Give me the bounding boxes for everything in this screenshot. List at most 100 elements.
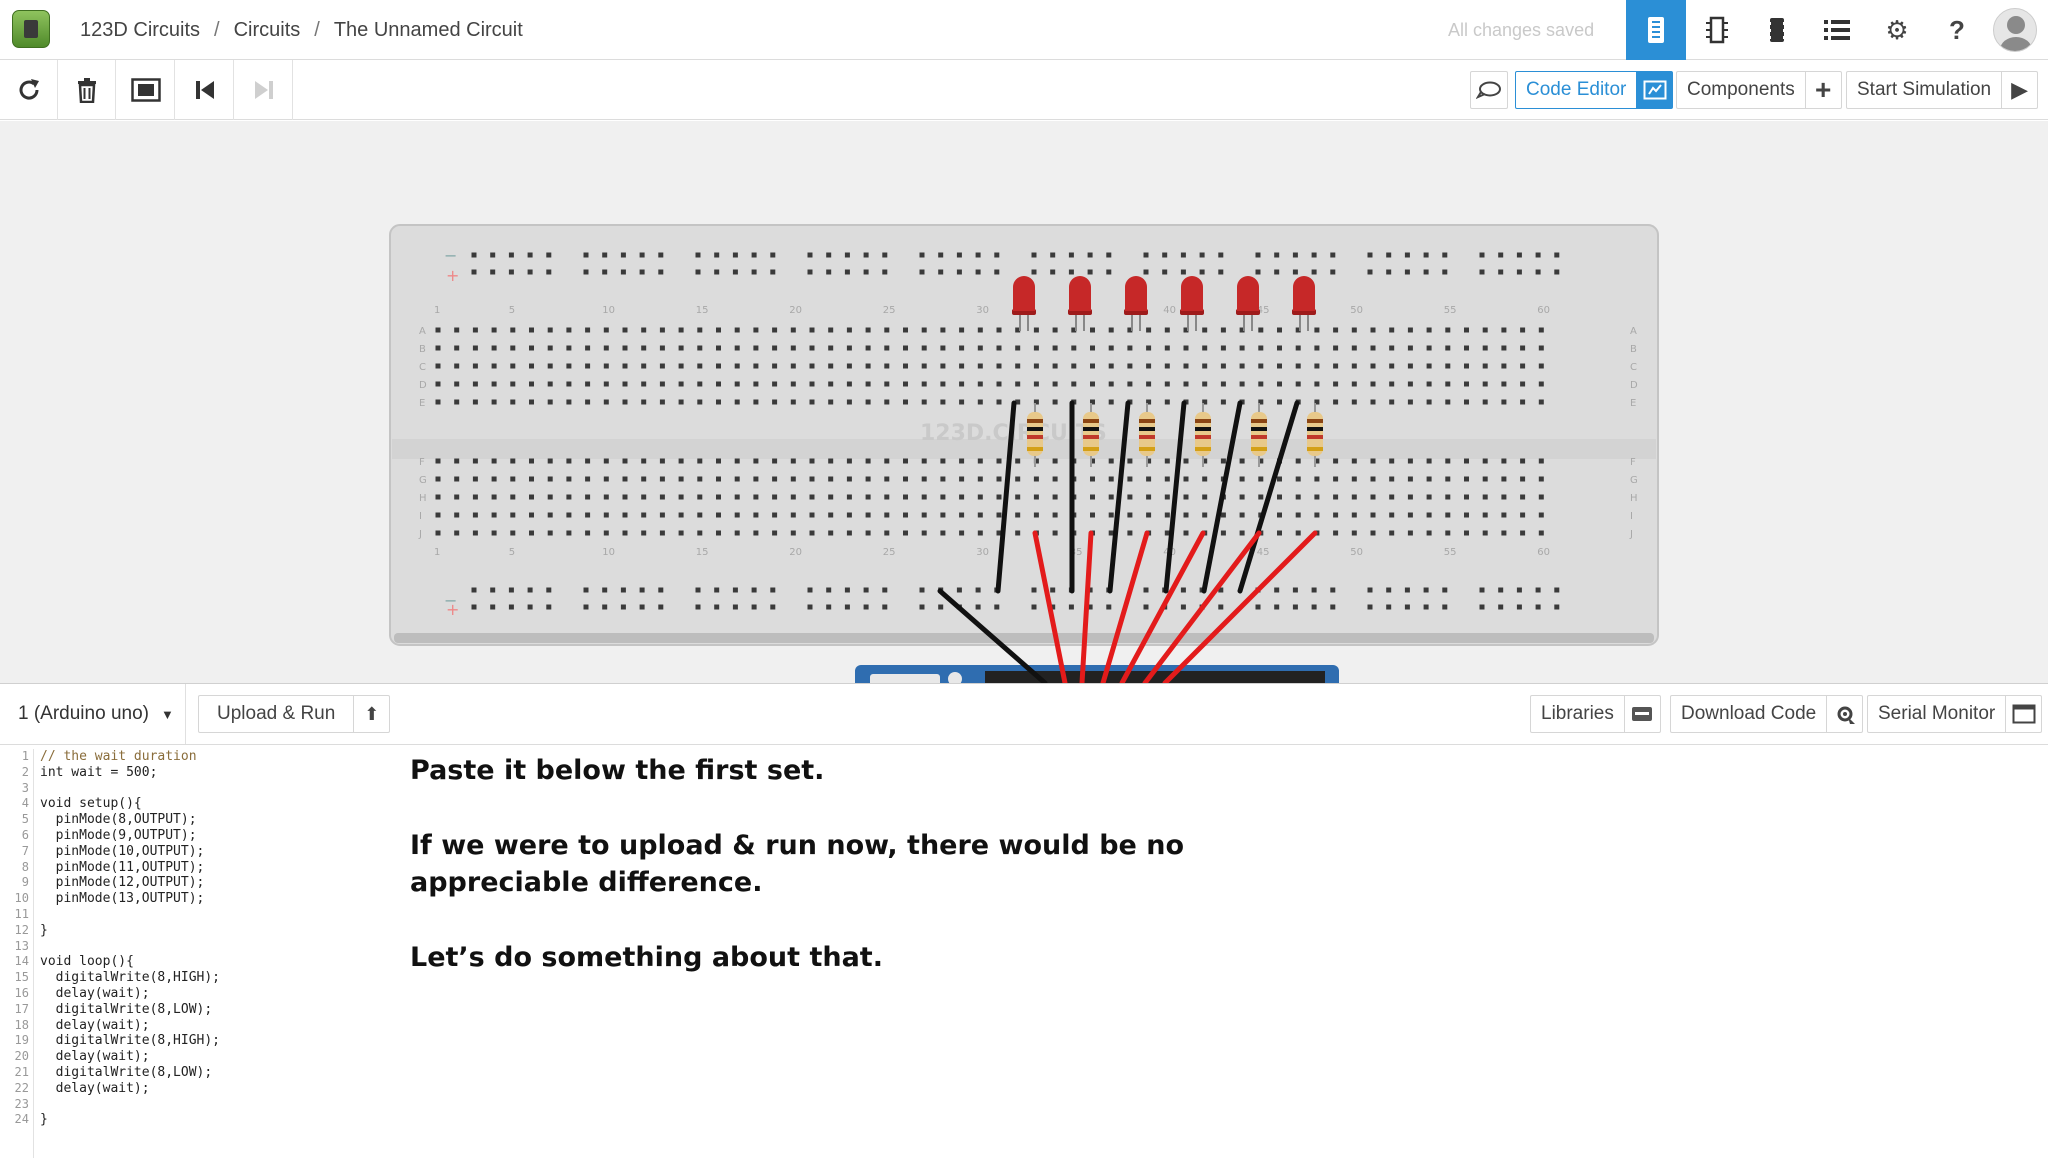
- terminal-hole: [1220, 399, 1226, 405]
- terminal-hole: [491, 363, 497, 369]
- serial-monitor-button[interactable]: Serial Monitor: [1867, 695, 2043, 733]
- download-code-button[interactable]: Download Code: [1670, 695, 1864, 733]
- serial-monitor-icon: [2005, 696, 2041, 732]
- terminal-hole: [903, 458, 908, 464]
- code-line[interactable]: digitalWrite(8,LOW);: [40, 1065, 380, 1081]
- rail-hole: [975, 604, 981, 610]
- code-line[interactable]: pinMode(13,OUTPUT);: [40, 891, 380, 907]
- code-line[interactable]: pinMode(12,OUTPUT);: [40, 875, 380, 891]
- line-number: 17: [14, 1001, 29, 1016]
- components-button[interactable]: Components +: [1676, 71, 1842, 109]
- breadboard-diagram[interactable]: 123D.CIRCUITS − + − + 115510101515202025…: [0, 121, 2048, 683]
- code-line[interactable]: // the wait duration: [40, 749, 380, 765]
- rail-hole: [508, 252, 514, 258]
- schematic-view-icon[interactable]: [1687, 0, 1747, 60]
- terminal-hole: [1183, 494, 1189, 500]
- avatar[interactable]: [1993, 8, 2037, 52]
- column-number: 60: [1537, 547, 1550, 558]
- breadcrumb-circuits[interactable]: Circuits: [234, 19, 301, 41]
- step-forward-icon[interactable]: [235, 60, 293, 120]
- app-logo-icon[interactable]: [12, 10, 50, 48]
- terminal-hole: [1015, 512, 1021, 518]
- code-line[interactable]: delay(wait);: [40, 986, 380, 1002]
- terminal-hole: [491, 327, 497, 333]
- terminal-hole: [959, 345, 965, 351]
- code-line[interactable]: [40, 939, 380, 955]
- rail-hole: [1162, 252, 1168, 258]
- rail-hole: [844, 269, 850, 275]
- code-line[interactable]: int wait = 500;: [40, 765, 380, 781]
- terminal-hole: [1295, 494, 1301, 500]
- terminal-hole: [1033, 494, 1039, 500]
- code-editor-button[interactable]: Code Editor: [1515, 71, 1674, 109]
- terminal-hole: [678, 512, 684, 518]
- terminal-hole: [1239, 494, 1245, 500]
- library-box-icon: [1623, 696, 1660, 732]
- step-back-icon[interactable]: [176, 60, 234, 120]
- terminal-hole: [1202, 476, 1208, 482]
- terminal-hole: [1090, 363, 1095, 369]
- breadboard-view-icon[interactable]: [1626, 0, 1686, 60]
- rail-hole: [695, 269, 701, 275]
- breadcrumb-app[interactable]: 123D Circuits: [80, 19, 200, 41]
- device-select[interactable]: 1 (Arduino uno) ▼: [0, 684, 186, 744]
- code-line[interactable]: digitalWrite(8,HIGH);: [40, 970, 380, 986]
- terminal-hole: [809, 512, 815, 518]
- code-line[interactable]: void setup(){: [40, 796, 380, 812]
- gear-icon[interactable]: ⚙: [1867, 0, 1927, 60]
- row-letter: A: [1630, 326, 1637, 337]
- code-line[interactable]: }: [40, 923, 380, 939]
- column-number: 25: [883, 547, 896, 558]
- rotate-icon[interactable]: [0, 60, 58, 120]
- terminal-hole: [1258, 476, 1264, 482]
- code-text[interactable]: // the wait duration int wait = 500; void …: [40, 749, 380, 1128]
- code-line[interactable]: [40, 907, 380, 923]
- breadcrumb-circuit-name[interactable]: The Unnamed Circuit: [334, 19, 523, 41]
- terminal-hole: [903, 476, 908, 482]
- terminal-hole: [1183, 363, 1189, 369]
- terminal-hole: [1482, 363, 1488, 369]
- terminal-hole: [959, 512, 965, 518]
- code-line[interactable]: }: [40, 1112, 380, 1128]
- comment-icon[interactable]: [1470, 71, 1508, 109]
- code-line[interactable]: delay(wait);: [40, 1081, 380, 1097]
- code-line[interactable]: [40, 781, 380, 797]
- terminal-hole: [1333, 530, 1339, 536]
- editor-toolbar: Code Editor Components + Start Simulatio…: [0, 60, 2048, 120]
- terminal-hole: [940, 494, 946, 500]
- list-view-icon[interactable]: [1807, 0, 1867, 60]
- terminal-hole: [1220, 458, 1226, 464]
- terminal-hole: [1033, 345, 1039, 351]
- pcb-view-icon[interactable]: [1747, 0, 1807, 60]
- code-line[interactable]: pinMode(9,OUTPUT);: [40, 828, 380, 844]
- code-line[interactable]: digitalWrite(8,LOW);: [40, 1002, 380, 1018]
- terminal-hole: [1052, 345, 1058, 351]
- code-line[interactable]: pinMode(8,OUTPUT);: [40, 812, 380, 828]
- code-line[interactable]: pinMode(11,OUTPUT);: [40, 860, 380, 876]
- terminal-hole: [1090, 345, 1095, 351]
- upload-run-button[interactable]: Upload & Run ⬆: [198, 695, 391, 733]
- terminal-hole: [1501, 345, 1507, 351]
- terminal-hole: [1052, 381, 1058, 387]
- code-line[interactable]: void loop(){: [40, 954, 380, 970]
- terminal-hole: [753, 327, 759, 333]
- terminal-hole: [716, 345, 721, 351]
- code-line[interactable]: delay(wait);: [40, 1049, 380, 1065]
- terminal-hole: [865, 327, 871, 333]
- row-letter: I: [1630, 511, 1633, 522]
- line-number: 11: [14, 906, 29, 921]
- libraries-button[interactable]: Libraries: [1530, 695, 1661, 733]
- code-line[interactable]: delay(wait);: [40, 1018, 380, 1034]
- start-simulation-button[interactable]: Start Simulation ▶: [1846, 71, 2039, 109]
- code-line[interactable]: [40, 1097, 380, 1113]
- trash-icon[interactable]: [58, 60, 116, 120]
- fit-to-screen-icon[interactable]: [117, 60, 175, 120]
- terminal-hole: [1389, 327, 1395, 333]
- terminal-hole: [1520, 363, 1526, 369]
- help-icon[interactable]: ?: [1927, 0, 1987, 60]
- rail-hole: [471, 269, 477, 275]
- code-line[interactable]: pinMode(10,OUTPUT);: [40, 844, 380, 860]
- circuit-canvas[interactable]: 123D.CIRCUITS − + − + 115510101515202025…: [0, 121, 2048, 683]
- code-line[interactable]: digitalWrite(8,HIGH);: [40, 1033, 380, 1049]
- terminal-hole: [1407, 512, 1413, 518]
